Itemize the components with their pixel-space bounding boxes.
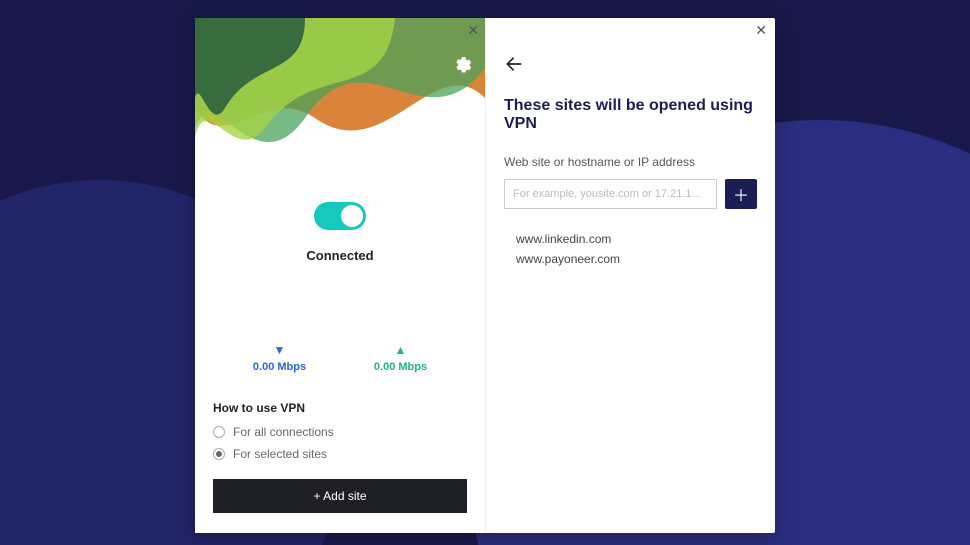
vpn-app: ✕ Connected ▼ 0.00 Mbps ▲ <box>195 18 775 533</box>
site-input[interactable] <box>504 179 717 209</box>
download-speed: ▼ 0.00 Mbps <box>253 343 306 373</box>
upload-speed: ▲ 0.00 Mbps <box>374 343 427 373</box>
connection-status: Connected <box>306 248 373 263</box>
add-site-button[interactable]: + Add site <box>213 479 467 513</box>
radio-icon <box>213 448 225 460</box>
add-site-label: + Add site <box>313 489 366 503</box>
radio-icon <box>213 426 225 438</box>
back-arrow-icon[interactable] <box>504 54 524 74</box>
mode-all-label: For all connections <box>233 425 334 439</box>
header-graphic: ✕ <box>195 18 485 158</box>
main-panel: ✕ Connected ▼ 0.00 Mbps ▲ <box>195 18 485 533</box>
mode-all-connections[interactable]: For all connections <box>213 425 467 439</box>
close-icon[interactable]: ✕ <box>755 22 767 39</box>
howto-section: How to use VPN For all connections For s… <box>213 401 467 469</box>
site-input-label: Web site or hostname or IP address <box>504 155 757 169</box>
list-item[interactable]: www.payoneer.com <box>504 249 757 269</box>
sites-panel: ✕ These sites will be opened using VPN W… <box>485 18 775 533</box>
add-button[interactable]: ＋ <box>725 179 757 209</box>
site-list: www.linkedin.com www.payoneer.com <box>504 229 757 269</box>
plus-icon: ＋ <box>733 182 749 206</box>
mode-selected-label: For selected sites <box>233 447 327 461</box>
upload-arrow-icon: ▲ <box>395 343 407 357</box>
howto-title: How to use VPN <box>213 401 467 415</box>
close-icon[interactable]: ✕ <box>467 22 479 39</box>
download-value: 0.00 Mbps <box>253 361 306 373</box>
list-item[interactable]: www.linkedin.com <box>504 229 757 249</box>
mode-selected-sites[interactable]: For selected sites <box>213 447 467 461</box>
connection-toggle[interactable] <box>314 202 366 230</box>
panel-title: These sites will be opened using VPN <box>504 97 757 133</box>
speed-stats: ▼ 0.00 Mbps ▲ 0.00 Mbps <box>195 343 485 373</box>
settings-gear-icon[interactable] <box>453 56 471 74</box>
download-arrow-icon: ▼ <box>274 343 286 357</box>
upload-value: 0.00 Mbps <box>374 361 427 373</box>
